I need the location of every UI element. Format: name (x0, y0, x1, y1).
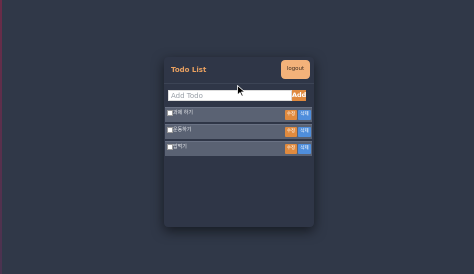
todo-item: 운동하기 수정 삭제 (165, 124, 312, 139)
logout-button[interactable]: logout (281, 60, 310, 79)
mouse-pointer-icon (237, 85, 246, 97)
edit-button[interactable]: 수정 (285, 110, 297, 120)
edit-button[interactable]: 수정 (285, 127, 297, 137)
delete-button[interactable]: 삭제 (298, 127, 311, 137)
window-edge (0, 0, 2, 274)
card-header: Todo List logout (164, 57, 314, 84)
edit-button[interactable]: 수정 (285, 144, 297, 154)
todo-list: 과제 하기 수정 삭제 운동하기 수정 삭제 밥먹기 수정 삭제 (165, 107, 312, 158)
todo-label: 운동하기 (173, 127, 192, 133)
delete-button[interactable]: 삭제 (298, 144, 311, 154)
todo-label: 밥먹기 (173, 144, 187, 150)
add-todo-button[interactable]: Add (292, 90, 306, 101)
delete-button[interactable]: 삭제 (298, 110, 311, 120)
add-todo-input[interactable] (168, 90, 292, 101)
todo-item: 밥먹기 수정 삭제 (165, 141, 312, 156)
app-title: Todo List (171, 66, 207, 74)
todo-label: 과제 하기 (173, 110, 193, 116)
todo-card: Todo List logout Add 과제 하기 수정 삭제 운동하기 수정… (164, 57, 314, 227)
todo-item: 과제 하기 수정 삭제 (165, 107, 312, 122)
